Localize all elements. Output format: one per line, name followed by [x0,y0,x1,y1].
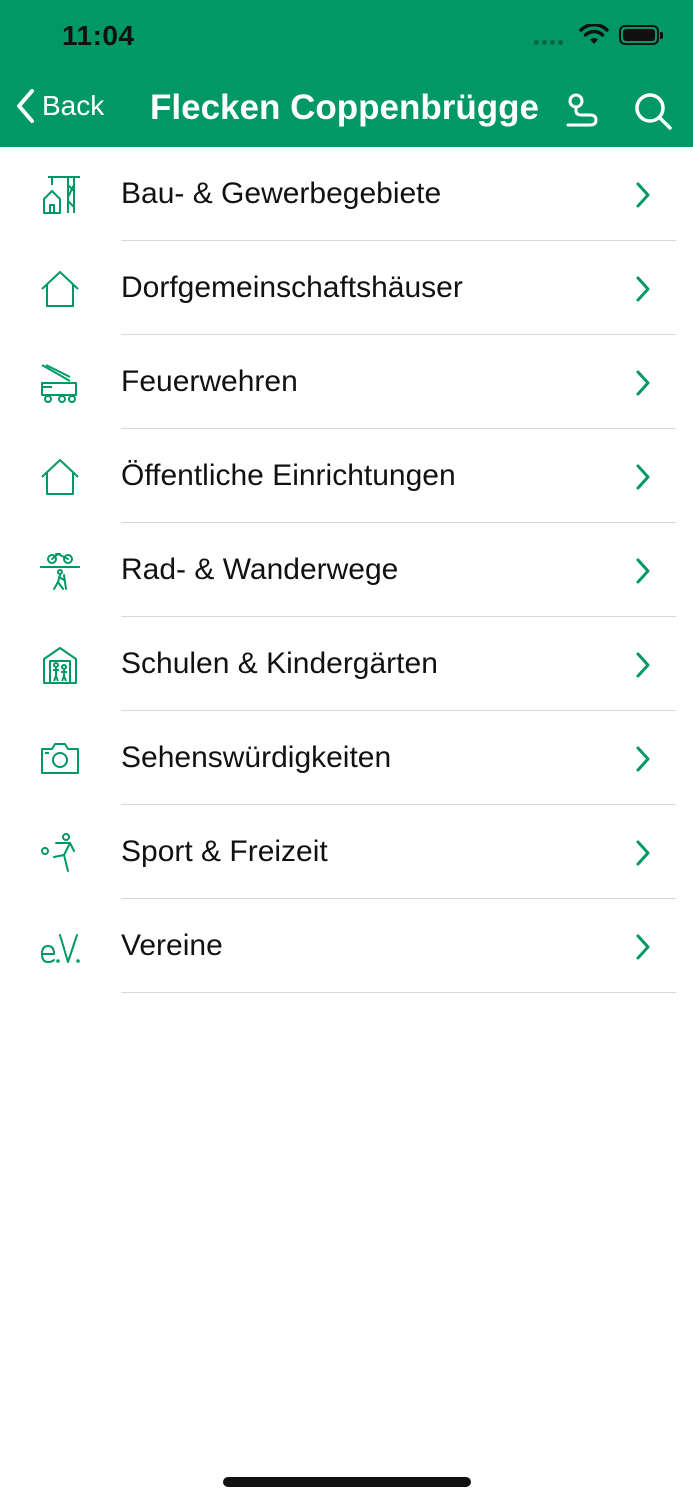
chevron-right-icon [636,182,650,208]
home-indicator[interactable] [223,1477,471,1487]
list-item-label: Bau- & Gewerbegebiete [121,177,442,210]
navigation-header: 11:04 Back Flecken Coppenbrügge [0,0,693,147]
signal-icon [534,26,563,45]
bike-hiker-icon [40,552,80,590]
wifi-icon [579,24,609,44]
list-item-label: Rad- & Wanderwege [121,553,399,586]
category-list: Bau- & Gewerbegebiete Dorfgemeinschaftsh… [0,147,693,993]
list-item-oeffentliche-einrichtungen[interactable]: Öffentliche Einrichtungen [0,429,693,523]
school-icon [43,647,77,684]
list-item-label: Vereine [121,929,223,962]
chevron-right-icon [636,652,650,678]
list-item-bau-gewerbegebiete[interactable]: Bau- & Gewerbegebiete [0,147,693,241]
sport-icon [41,833,75,872]
list-item-sehenswuerdigkeiten[interactable]: Sehenswürdigkeiten [0,711,693,805]
chevron-right-icon [636,558,650,584]
list-item-sport-freizeit[interactable]: Sport & Freizeit [0,805,693,899]
chevron-right-icon [636,276,650,302]
page-title: Flecken Coppenbrügge [150,88,539,127]
camera-icon [41,743,79,774]
back-button[interactable]: Back [14,88,104,124]
list-item-rad-wanderwege[interactable]: Rad- & Wanderwege [0,523,693,617]
battery-icon [619,25,663,45]
route-icon [566,93,598,127]
chevron-right-icon [636,934,650,960]
route-button[interactable] [562,91,602,136]
list-item-label: Sehenswürdigkeiten [121,741,392,774]
list-item-label: Dorfgemeinschaftshäuser [121,271,463,304]
list-item-label: Schulen & Kindergärten [121,647,438,680]
chevron-right-icon [636,464,650,490]
status-indicators [534,24,663,46]
house-icon [41,271,79,307]
list-item-vereine[interactable]: Vereine [0,899,693,993]
ev-icon [41,934,80,963]
crane-house-icon [43,176,80,214]
house-icon [41,459,79,495]
chevron-left-icon [17,89,34,123]
list-item-schulen-kindergaerten[interactable]: Schulen & Kindergärten [0,617,693,711]
search-button[interactable] [632,90,674,137]
chevron-right-icon [636,370,650,396]
chevron-right-icon [636,746,650,772]
list-item-feuerwehren[interactable]: Feuerwehren [0,335,693,429]
chevron-right-icon [636,840,650,866]
list-item-label: Öffentliche Einrichtungen [121,459,456,492]
status-time: 11:04 [62,20,135,51]
list-item-label: Feuerwehren [121,365,298,398]
list-item-label: Sport & Freizeit [121,835,328,868]
search-icon [635,93,672,130]
back-label: Back [42,90,105,121]
fire-truck-icon [41,364,77,403]
separator [121,992,676,993]
list-item-dorfgemeinschaftshaeuser[interactable]: Dorfgemeinschaftshäuser [0,241,693,335]
